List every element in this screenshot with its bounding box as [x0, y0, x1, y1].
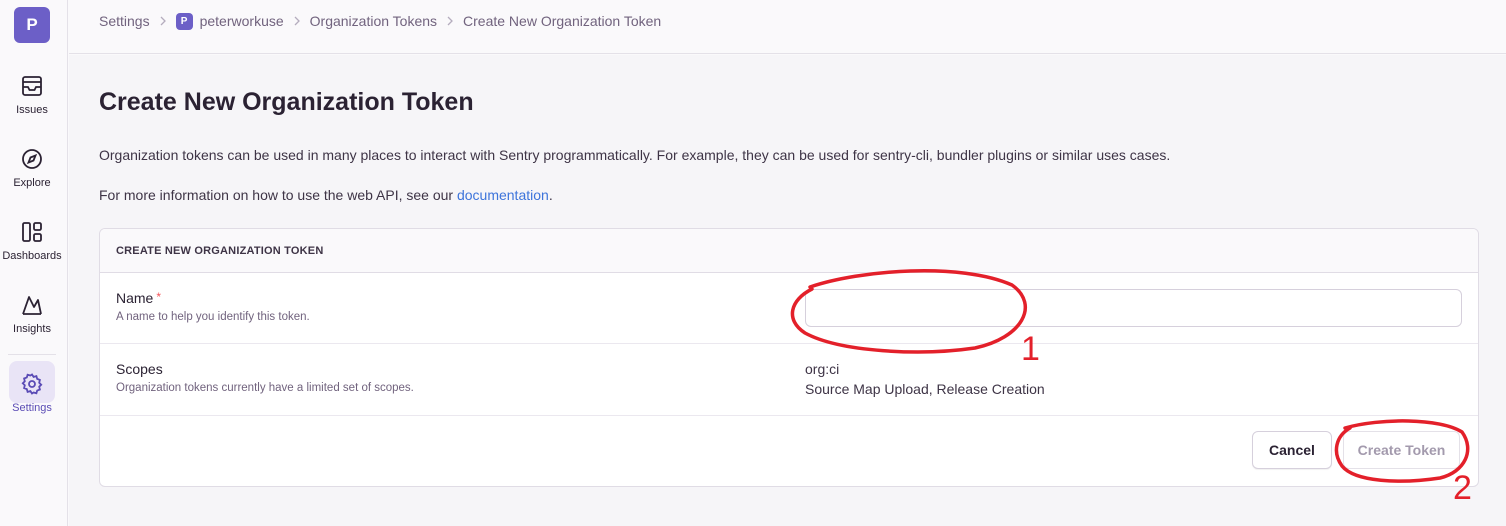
scopes-help-text: Organization tokens currently have a lim… [116, 382, 414, 394]
page-title: Create New Organization Token [99, 88, 474, 116]
chevron-right-icon [293, 16, 301, 26]
compass-icon [22, 149, 42, 169]
api-info-suffix: . [548, 187, 553, 203]
sidebar-divider [8, 354, 56, 355]
panel-header: CREATE NEW ORGANIZATION TOKEN [100, 229, 1478, 273]
cancel-button[interactable]: Cancel [1252, 431, 1332, 469]
sidebar-item-label: Settings [12, 402, 52, 414]
main-content: Create New Organization Token Organizati… [69, 55, 1506, 526]
sidebar-item-explore[interactable]: Explore [0, 147, 64, 209]
sidebar-item-label: Explore [13, 177, 51, 189]
graph-icon [22, 296, 42, 315]
form-actions: Cancel Create Token [100, 415, 1478, 486]
sidebar-item-dashboards[interactable]: Dashboards [0, 220, 64, 282]
name-label: Name * [116, 290, 161, 306]
dashboard-icon [22, 222, 42, 242]
scopes-label: Scopes [116, 361, 163, 377]
breadcrumb-current: Create New Organization Token [463, 13, 662, 29]
topbar: Settings P peterworkuse Organization Tok… [69, 0, 1506, 54]
org-badge: P [175, 12, 193, 30]
sidebar: P Issues Explore Dashboards Insights Set… [0, 0, 68, 526]
api-info-prefix: For more information on how to use the w… [99, 187, 457, 203]
sidebar-item-settings[interactable]: Settings [0, 361, 64, 434]
scopes-field-row: Scopes Organization tokens currently hav… [100, 344, 1478, 416]
token-form-panel: CREATE NEW ORGANIZATION TOKEN Name * A na… [99, 228, 1479, 487]
api-info-text: For more information on how to use the w… [99, 187, 553, 203]
breadcrumb-org-tokens[interactable]: Organization Tokens [310, 13, 437, 29]
sidebar-item-issues[interactable]: Issues [0, 74, 64, 136]
breadcrumb-org[interactable]: P peterworkuse [175, 12, 284, 30]
page-description: Organization tokens can be used in many … [99, 147, 1171, 163]
sidebar-item-label: Insights [13, 323, 51, 335]
create-token-button[interactable]: Create Token [1343, 431, 1460, 469]
scope-description: Source Map Upload, Release Creation [805, 381, 1045, 397]
chevron-right-icon [446, 16, 454, 26]
scope-name: org:ci [805, 361, 840, 377]
name-help-text: A name to help you identify this token. [116, 311, 310, 323]
sidebar-item-insights[interactable]: Insights [0, 293, 64, 355]
required-marker: * [156, 290, 162, 304]
name-label-text: Name [116, 290, 154, 306]
token-name-input[interactable] [805, 289, 1462, 327]
documentation-link[interactable]: documentation [457, 187, 549, 203]
breadcrumb-settings[interactable]: Settings [99, 13, 150, 29]
sidebar-item-label: Issues [16, 104, 48, 116]
name-field-row: Name * A name to help you identify this t… [100, 273, 1478, 344]
app: P Issues Explore Dashboards Insights Set… [0, 0, 1506, 526]
breadcrumb-org-label: peterworkuse [199, 13, 284, 29]
sidebar-item-label: Dashboards [2, 250, 62, 262]
gear-icon [21, 373, 43, 395]
org-avatar[interactable]: P [14, 7, 50, 43]
chevron-right-icon [159, 16, 167, 26]
inbox-icon [22, 76, 42, 96]
breadcrumb: Settings P peterworkuse Organization Tok… [99, 12, 661, 30]
